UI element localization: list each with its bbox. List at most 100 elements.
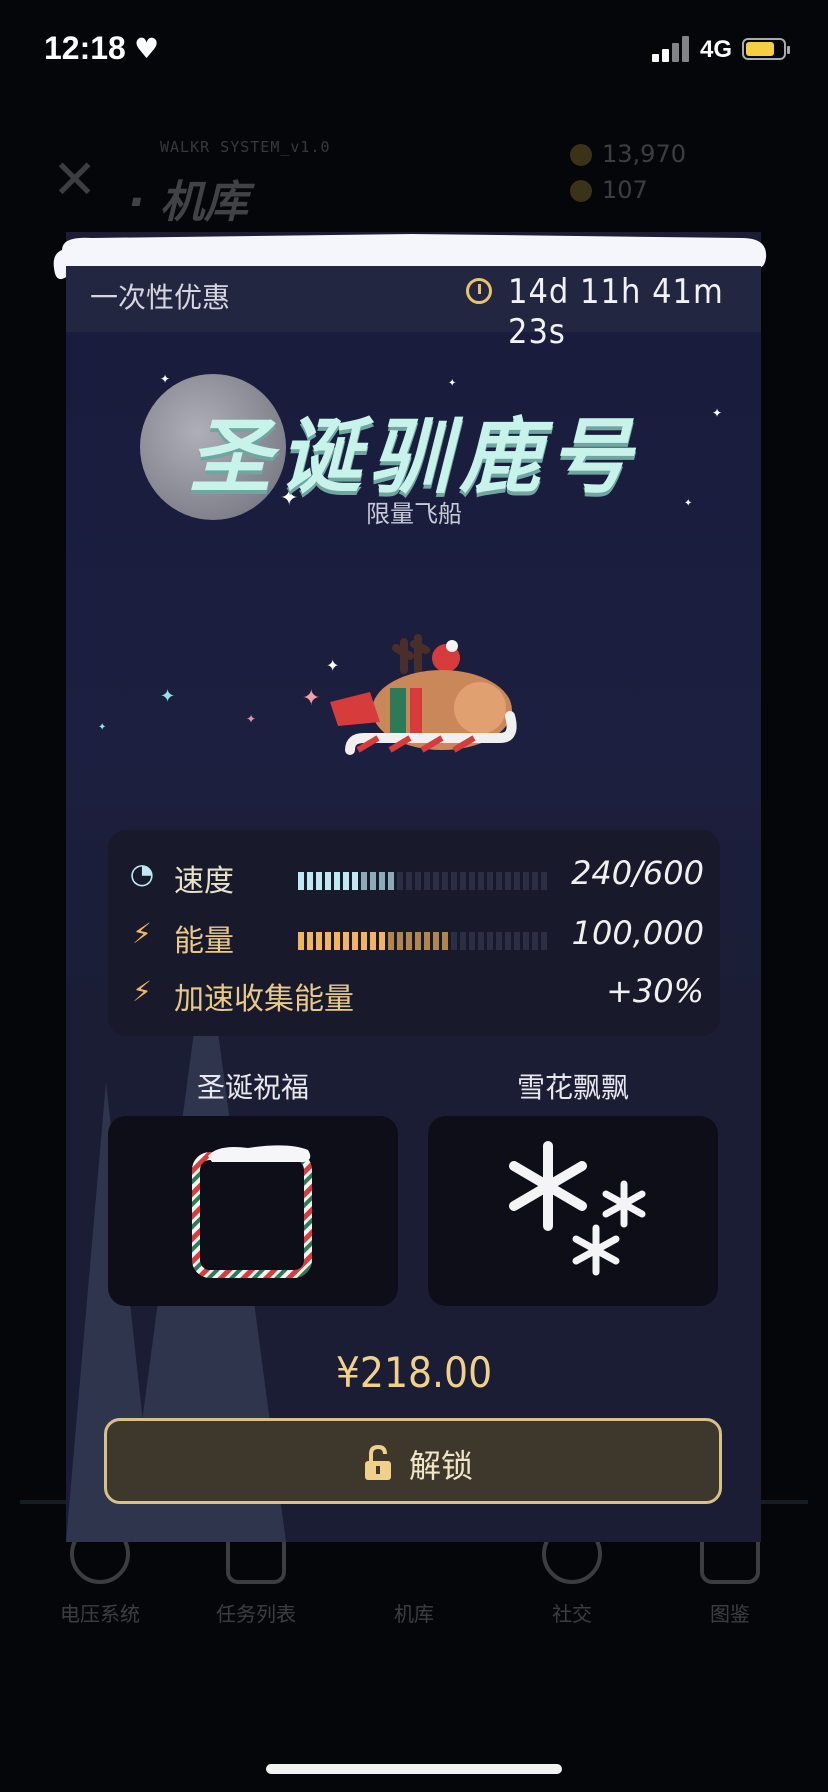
bar-segment (514, 872, 520, 890)
bar-segment (424, 932, 430, 950)
coin-count: 13,970 (602, 140, 686, 168)
effect-title: 雪花飘飘 (516, 1071, 629, 1104)
boost-lightning-icon: ⚡ (132, 975, 152, 1008)
bar-segment (361, 872, 367, 890)
bar-segment (505, 932, 511, 950)
bar-segment (352, 872, 358, 890)
bar-segment (370, 872, 376, 890)
status-bar: 12:18 ♥ 4G (0, 0, 828, 100)
gem-icon (570, 180, 592, 202)
bar-segment (325, 872, 331, 890)
battery-icon (742, 38, 790, 60)
bar-segment (496, 932, 502, 950)
system-label: WALKR SYSTEM_v1.0 (160, 138, 331, 156)
bar-segment (478, 872, 484, 890)
ship-stats-panel: ◔ 速度 240/600 ⚡ 能量 100,000 ⚡ 加速收集能量 +30% (108, 830, 720, 1036)
bar-segment (316, 932, 322, 950)
bar-segment (460, 932, 466, 950)
status-time: 12:18 (44, 30, 126, 66)
bar-segment (541, 932, 547, 950)
offer-countdown: 14d 11h 41m 23s (508, 272, 724, 352)
bar-segment (496, 872, 502, 890)
ship-name: 圣诞驯鹿号 (189, 410, 639, 505)
bar-segment (388, 932, 394, 950)
star-icon: ✦ (160, 372, 171, 386)
sparkle-icon: ✦ (98, 722, 107, 733)
unlock-icon (365, 1445, 391, 1480)
stat-row-energy: ⚡ 能量 100,000 (108, 910, 720, 964)
price-label: ¥218.00 (335, 1348, 493, 1397)
stat-value: +30% (606, 972, 704, 1010)
stat-label: 速度 (174, 864, 234, 899)
bar-segment (388, 872, 394, 890)
bar-segment (343, 932, 349, 950)
one-time-offer-label: 一次性优惠 (90, 281, 231, 314)
home-indicator[interactable] (266, 1764, 562, 1774)
bar-segment (379, 872, 385, 890)
speed-bar (298, 872, 552, 890)
bar-segment (415, 872, 421, 890)
timer-icon (466, 278, 492, 304)
bar-segment (379, 932, 385, 950)
energy-bar (298, 932, 552, 950)
close-icon: ✕ (52, 148, 98, 211)
bar-segment (460, 872, 466, 890)
bar-segment (541, 872, 547, 890)
bar-segment (397, 932, 403, 950)
star-icon: ✦ (448, 378, 457, 389)
network-type: 4G (700, 36, 733, 63)
bar-segment (316, 872, 322, 890)
bar-segment (397, 872, 403, 890)
bar-segment (469, 932, 475, 950)
reindeer-sleigh-ship-illustration (330, 634, 517, 755)
bar-segment (505, 872, 511, 890)
effect-card-snowflakes[interactable] (428, 1116, 718, 1306)
currency-display: 13,970 107 (570, 140, 770, 220)
bar-segment (298, 932, 304, 950)
bar-segment (334, 872, 340, 890)
bar-segment (406, 932, 412, 950)
lightning-icon: ⚡ (132, 917, 152, 950)
stat-value: 100,000 (571, 914, 704, 952)
bar-segment (451, 872, 457, 890)
bar-segment (352, 932, 358, 950)
unlock-button[interactable]: 解锁 (104, 1418, 722, 1504)
hangar-title: · 机库 (128, 177, 249, 228)
bar-segment (478, 932, 484, 950)
offer-header: 一次性优惠 14d 11h 41m 23s (66, 266, 761, 352)
bar-segment (469, 872, 475, 890)
unlock-button-label: 解锁 (409, 1447, 474, 1485)
candy-cane-frame-icon (192, 1145, 312, 1278)
bar-segment (487, 872, 493, 890)
heart-icon: ♥ (134, 32, 160, 65)
bar-segment (487, 932, 493, 950)
stat-row-boost: ⚡ 加速收集能量 +30% (108, 968, 720, 1022)
bar-segment (514, 932, 520, 950)
bar-segment (424, 872, 430, 890)
stat-value: 240/600 (571, 854, 704, 892)
stat-row-speed: ◔ 速度 240/600 (108, 850, 720, 904)
coin-icon (570, 144, 592, 166)
bar-segment (343, 872, 349, 890)
bar-segment (523, 932, 529, 950)
bar-segment (451, 932, 457, 950)
signal-strength-icon (652, 36, 692, 62)
stat-label: 加速收集能量 (174, 982, 354, 1017)
bar-segment (334, 932, 340, 950)
sparkle-icon: ✦ (246, 712, 257, 726)
bar-segment (523, 872, 529, 890)
effect-title: 圣诞祝福 (196, 1071, 309, 1104)
bar-segment (415, 932, 421, 950)
sparkle-icon: ✦ (302, 686, 321, 711)
bar-segment (433, 932, 439, 950)
bar-segment (325, 932, 331, 950)
bar-segment (307, 932, 313, 950)
effect-card-christmas-blessing[interactable] (108, 1116, 398, 1306)
bar-segment (307, 872, 313, 890)
bar-segment (406, 872, 412, 890)
bar-segment (442, 932, 448, 950)
ship-subtitle: 限量飞船 (366, 500, 462, 528)
snowflakes-icon (509, 1141, 646, 1276)
bar-segment (532, 872, 538, 890)
sparkle-icon: ✦ (160, 686, 176, 707)
